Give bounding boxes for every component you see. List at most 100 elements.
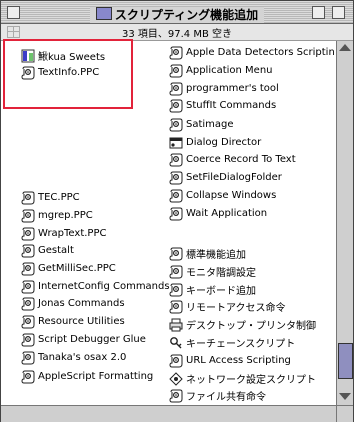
file-item-label: URL Access Scripting — [186, 355, 291, 366]
file-item[interactable]: Tanaka's osax 2.0 — [21, 349, 126, 366]
file-item[interactable]: ネットワーク設定スクリプト — [169, 370, 316, 387]
file-item[interactable]: キーチェーンスクリプト — [169, 334, 295, 351]
file-item-label: Dialog Director — [186, 137, 262, 148]
scroll-gear-icon — [169, 171, 183, 185]
status-text: 33 項目、97.4 MB 空き — [121, 29, 232, 40]
scroll-up-arrow-icon[interactable] — [339, 44, 351, 51]
network-icon — [169, 371, 183, 386]
file-item[interactable]: mgrep.PPC — [21, 207, 93, 224]
file-item[interactable]: AppleScript Formatting — [21, 368, 153, 385]
scroll-gear-icon — [169, 247, 183, 261]
file-item[interactable]: Resource Utilities — [21, 313, 125, 330]
scroll-gear-icon — [169, 283, 183, 297]
scroll-gear-icon — [169, 153, 183, 167]
file-item[interactable]: Gestalt — [21, 242, 74, 259]
file-item[interactable]: SetFileDialogFolder — [169, 169, 282, 186]
scroll-gear-icon — [21, 333, 35, 347]
collapse-box-icon[interactable] — [332, 6, 345, 19]
file-item-label: InternetConfig Commands — [38, 281, 170, 292]
scroll-gear-icon — [169, 46, 183, 60]
file-item[interactable]: InternetConfig Commands — [21, 278, 170, 295]
keychain-icon — [169, 336, 183, 350]
file-item-label: StuffIt Commands — [186, 100, 277, 111]
scroll-gear-icon — [21, 262, 35, 276]
file-item[interactable]: キーボード追加 — [169, 281, 256, 298]
file-item-label: ファイル共有命令 — [186, 392, 266, 403]
file-item-label: Apple Data Detectors Scripting — [186, 47, 335, 58]
vertical-scrollbar[interactable] — [336, 41, 353, 405]
file-item[interactable]: URL Access Scripting — [169, 352, 291, 369]
file-item-label: TEC.PPC — [38, 192, 80, 203]
file-item[interactable]: Coerce Record To Text — [169, 151, 296, 168]
file-item[interactable]: Satimage — [169, 116, 234, 133]
file-item-label: 標準機能追加 — [186, 250, 246, 261]
file-item[interactable]: Script Debugger Glue — [21, 331, 146, 348]
file-item-label: Jonas Commands — [38, 298, 125, 309]
scroll-gear-icon — [169, 118, 183, 132]
file-item-label: WrapText.PPC — [38, 228, 107, 239]
file-item[interactable]: GetMilliSec.PPC — [21, 260, 116, 277]
scroll-down-arrow-icon[interactable] — [339, 393, 351, 400]
file-item[interactable]: Jonas Commands — [21, 295, 125, 312]
file-item-label: GetMilliSec.PPC — [38, 263, 116, 274]
scroll-gear-icon — [21, 351, 35, 365]
scroll-thumb[interactable] — [338, 343, 353, 379]
dialog-icon — [169, 136, 183, 150]
file-item-label: リモートアクセス命令 — [186, 303, 286, 314]
finder-window: スクリプティング機能追加 33 項目、97.4 MB 空き 鰍kua Sweet… — [0, 0, 354, 422]
file-item[interactable]: WrapText.PPC — [21, 225, 106, 242]
scroll-gear-icon — [21, 191, 35, 205]
file-item-label: programmer's tool — [186, 83, 279, 94]
file-item-label: Coerce Record To Text — [186, 154, 296, 165]
highlight-annotation-box — [3, 39, 133, 109]
file-item[interactable]: Dialog Director — [169, 134, 261, 151]
scroll-gear-icon — [169, 300, 183, 314]
scroll-gear-icon — [21, 244, 35, 258]
window-title: スクリプティング機能追加 — [114, 8, 259, 22]
scroll-gear-icon — [21, 297, 35, 311]
scroll-gear-icon — [21, 370, 35, 384]
file-item-label: Gestalt — [38, 245, 74, 256]
file-item-label: キーチェーンスクリプト — [186, 339, 296, 350]
folder-icon — [95, 7, 112, 20]
title-bar[interactable]: スクリプティング機能追加 — [1, 1, 353, 24]
file-item[interactable]: デスクトップ・プリンタ制御 — [169, 316, 316, 333]
scroll-gear-icon — [21, 209, 35, 223]
grow-box-icon[interactable] — [336, 405, 353, 422]
file-item-label: SetFileDialogFolder — [186, 172, 282, 183]
scroll-gear-icon — [169, 64, 183, 78]
zoom-box-icon[interactable] — [312, 6, 325, 19]
file-item[interactable]: TEC.PPC — [21, 189, 80, 206]
file-item[interactable]: Application Menu — [169, 62, 273, 79]
file-item[interactable]: Wait Application — [169, 205, 267, 222]
file-item-label: Resource Utilities — [38, 316, 125, 327]
file-item-label: ネットワーク設定スクリプト — [186, 375, 316, 386]
file-item-label: Script Debugger Glue — [38, 334, 146, 345]
file-item[interactable]: StuffIt Commands — [169, 97, 276, 114]
file-item-label: モニタ階調設定 — [186, 268, 256, 279]
file-item[interactable]: programmer's tool — [169, 80, 279, 97]
file-item[interactable]: Apple Data Detectors Scripting — [169, 44, 335, 61]
file-item-label: Collapse Windows — [186, 190, 277, 201]
scroll-gear-icon — [21, 315, 35, 329]
file-item-label: Application Menu — [186, 65, 273, 76]
file-item[interactable]: ファイル共有命令 — [169, 387, 266, 404]
scroll-gear-icon — [169, 82, 183, 96]
file-item-label: Tanaka's osax 2.0 — [38, 352, 127, 363]
file-item-label: キーボード追加 — [186, 286, 256, 297]
scroll-gear-icon — [169, 99, 183, 113]
scroll-gear-icon — [21, 227, 35, 241]
scroll-gear-icon — [21, 280, 35, 294]
file-item[interactable]: Collapse Windows — [169, 187, 276, 204]
printer-icon — [169, 318, 183, 332]
scroll-gear-icon — [169, 207, 183, 221]
file-item[interactable]: 標準機能追加 — [169, 245, 246, 262]
file-item-label: Satimage — [186, 119, 234, 130]
file-item[interactable]: モニタ階調設定 — [169, 263, 256, 280]
scroll-gear-icon — [169, 189, 183, 203]
scroll-gear-icon — [169, 389, 183, 403]
file-item[interactable]: リモートアクセス命令 — [169, 298, 286, 315]
file-item-label: AppleScript Formatting — [38, 371, 154, 382]
file-item-label: Wait Application — [186, 208, 268, 219]
horizontal-scrollbar[interactable] — [1, 405, 337, 422]
